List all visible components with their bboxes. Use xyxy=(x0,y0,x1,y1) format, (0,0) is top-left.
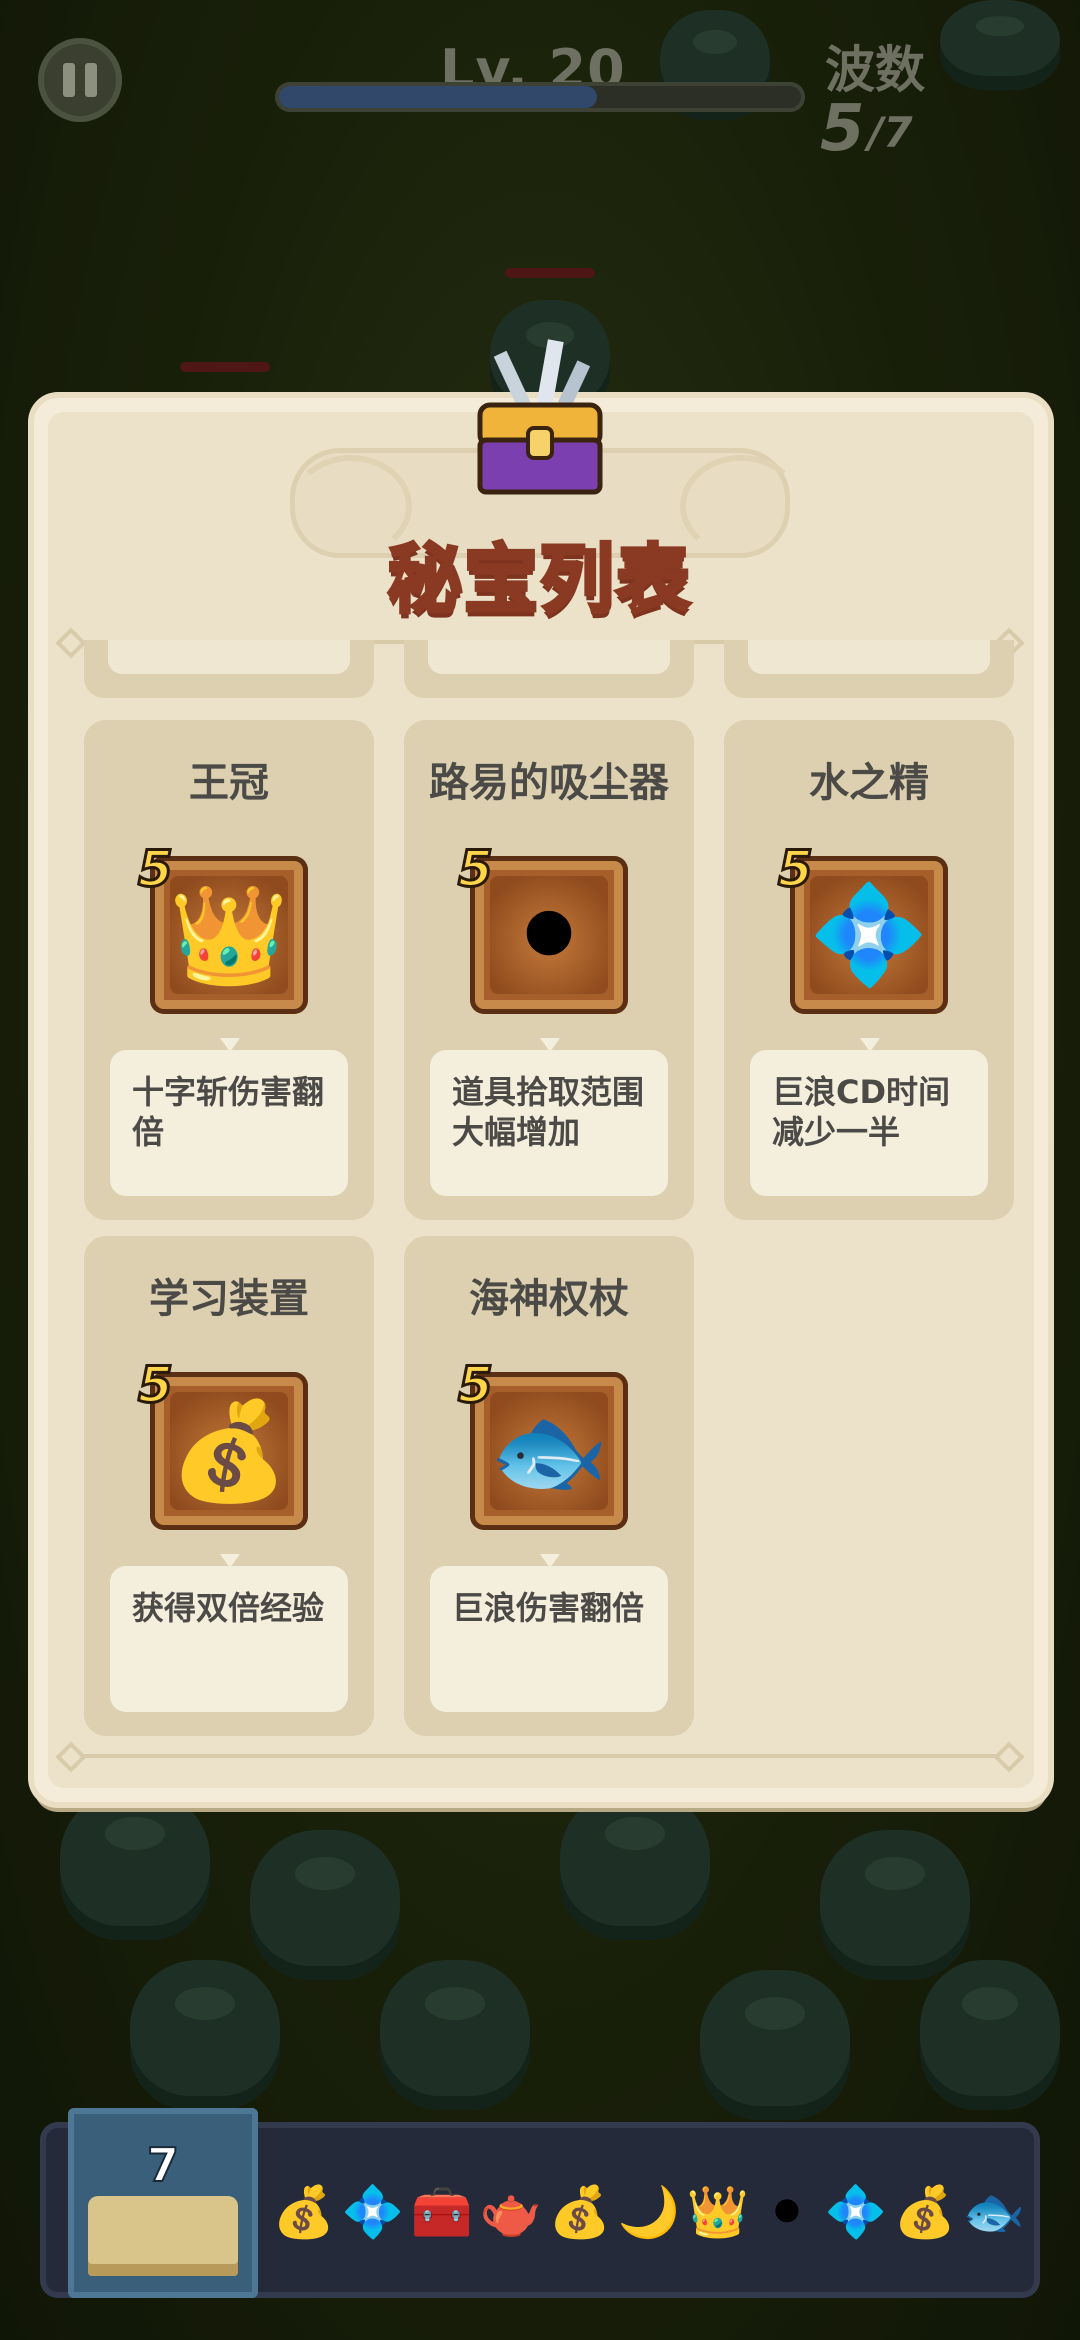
fish-icon: 🐟 xyxy=(489,1395,609,1507)
treasure-level-badge: 5 xyxy=(457,839,495,900)
treasure-icon-frame: 💰 xyxy=(150,1372,308,1530)
treasure-name: 水之精 xyxy=(809,760,929,806)
treasure-description: 巨浪CD时间减少一半 xyxy=(772,1073,951,1151)
treasure-level-badge: 5 xyxy=(137,1355,175,1416)
treasure-icon-frame: 👑 xyxy=(150,856,308,1014)
wave-current: 5 xyxy=(820,92,865,166)
crown-icon: 👑 xyxy=(686,2183,750,2241)
teapot-icon: 🫖 xyxy=(479,2183,543,2241)
book-icon xyxy=(88,2196,238,2276)
treasure-icon-frame: ⚫ xyxy=(470,856,628,1014)
treasure-description: 获得双倍经验 xyxy=(132,1589,325,1627)
xp-bar xyxy=(275,82,805,112)
skill-book-button[interactable]: 7 xyxy=(68,2108,258,2298)
chest-icon: 🧰 xyxy=(410,2183,474,2241)
wave-total: /7 xyxy=(868,108,913,157)
treasure-level-badge: 5 xyxy=(457,1355,495,1416)
sack-icon: 💰 xyxy=(272,2183,336,2241)
treasure-description-box: 道具拾取范围大幅增加 xyxy=(430,1050,668,1196)
pause-button[interactable] xyxy=(38,38,122,122)
treasure-description: 十字斩伤害翻倍 xyxy=(132,1073,325,1151)
treasure-card[interactable]: 路易的吸尘器 ⚫ 5 道具拾取范围大幅增加 xyxy=(404,720,694,1220)
treasure-description-box: 获得双倍经验 xyxy=(110,1566,348,1712)
rune-stone-icon: 💠 xyxy=(341,2183,405,2241)
treasure-chest-icon xyxy=(477,339,603,495)
treasure-card[interactable]: 王冠 👑 5 十字斩伤害翻倍 xyxy=(84,720,374,1220)
treasure-icon-frame: 💠 xyxy=(790,856,948,1014)
treasure-name: 学习装置 xyxy=(149,1276,309,1322)
water-rune-stone-icon: 💠 xyxy=(809,879,929,991)
treasure-description: 道具拾取范围大幅增加 xyxy=(452,1073,645,1151)
treasure-name: 路易的吸尘器 xyxy=(429,760,669,806)
treasure-level-badge: 5 xyxy=(777,839,815,900)
rune-stone-icon: 💠 xyxy=(824,2183,888,2241)
treasure-card[interactable]: 学习装置 💰 5 获得双倍经验 xyxy=(84,1236,374,1736)
book-count: 7 xyxy=(146,2137,180,2193)
sack-icon: 💰 xyxy=(169,1395,289,1507)
sack-icon: 💰 xyxy=(893,2183,957,2241)
treasure-description-box: 十字斩伤害翻倍 xyxy=(110,1050,348,1196)
treasure-name: 海神权杖 xyxy=(469,1276,629,1322)
treasure-icon-frame: 🐟 xyxy=(470,1372,628,1530)
scrolled-card-stub xyxy=(404,640,694,698)
horn-icon: 🌙 xyxy=(617,2183,681,2241)
sack-icon: 💰 xyxy=(548,2183,612,2241)
crown-icon: 👑 xyxy=(169,879,289,991)
scrolled-card-stub xyxy=(84,640,374,698)
panel-title: 秘宝列表 xyxy=(386,535,692,625)
treasure-card[interactable]: 水之精 💠 5 巨浪CD时间减少一半 xyxy=(724,720,1014,1220)
scrolled-card-stub xyxy=(724,640,1014,698)
treasure-name: 王冠 xyxy=(189,760,269,806)
treasure-description: 巨浪伤害翻倍 xyxy=(452,1589,645,1627)
treasure-description-box: 巨浪CD时间减少一半 xyxy=(750,1050,988,1196)
vacuum-pipe-icon: ⚫ xyxy=(508,879,590,991)
vacuum-pipe-icon: ⚫ xyxy=(766,2183,808,2241)
treasure-card[interactable]: 海神权杖 🐟 5 巨浪伤害翻倍 xyxy=(404,1236,694,1736)
treasure-description-box: 巨浪伤害翻倍 xyxy=(430,1566,668,1712)
bottom-divider xyxy=(70,1754,1010,1758)
xp-bar-fill xyxy=(279,86,597,108)
treasure-level-badge: 5 xyxy=(137,839,175,900)
fish-icon: 🐟 xyxy=(962,2183,1026,2241)
